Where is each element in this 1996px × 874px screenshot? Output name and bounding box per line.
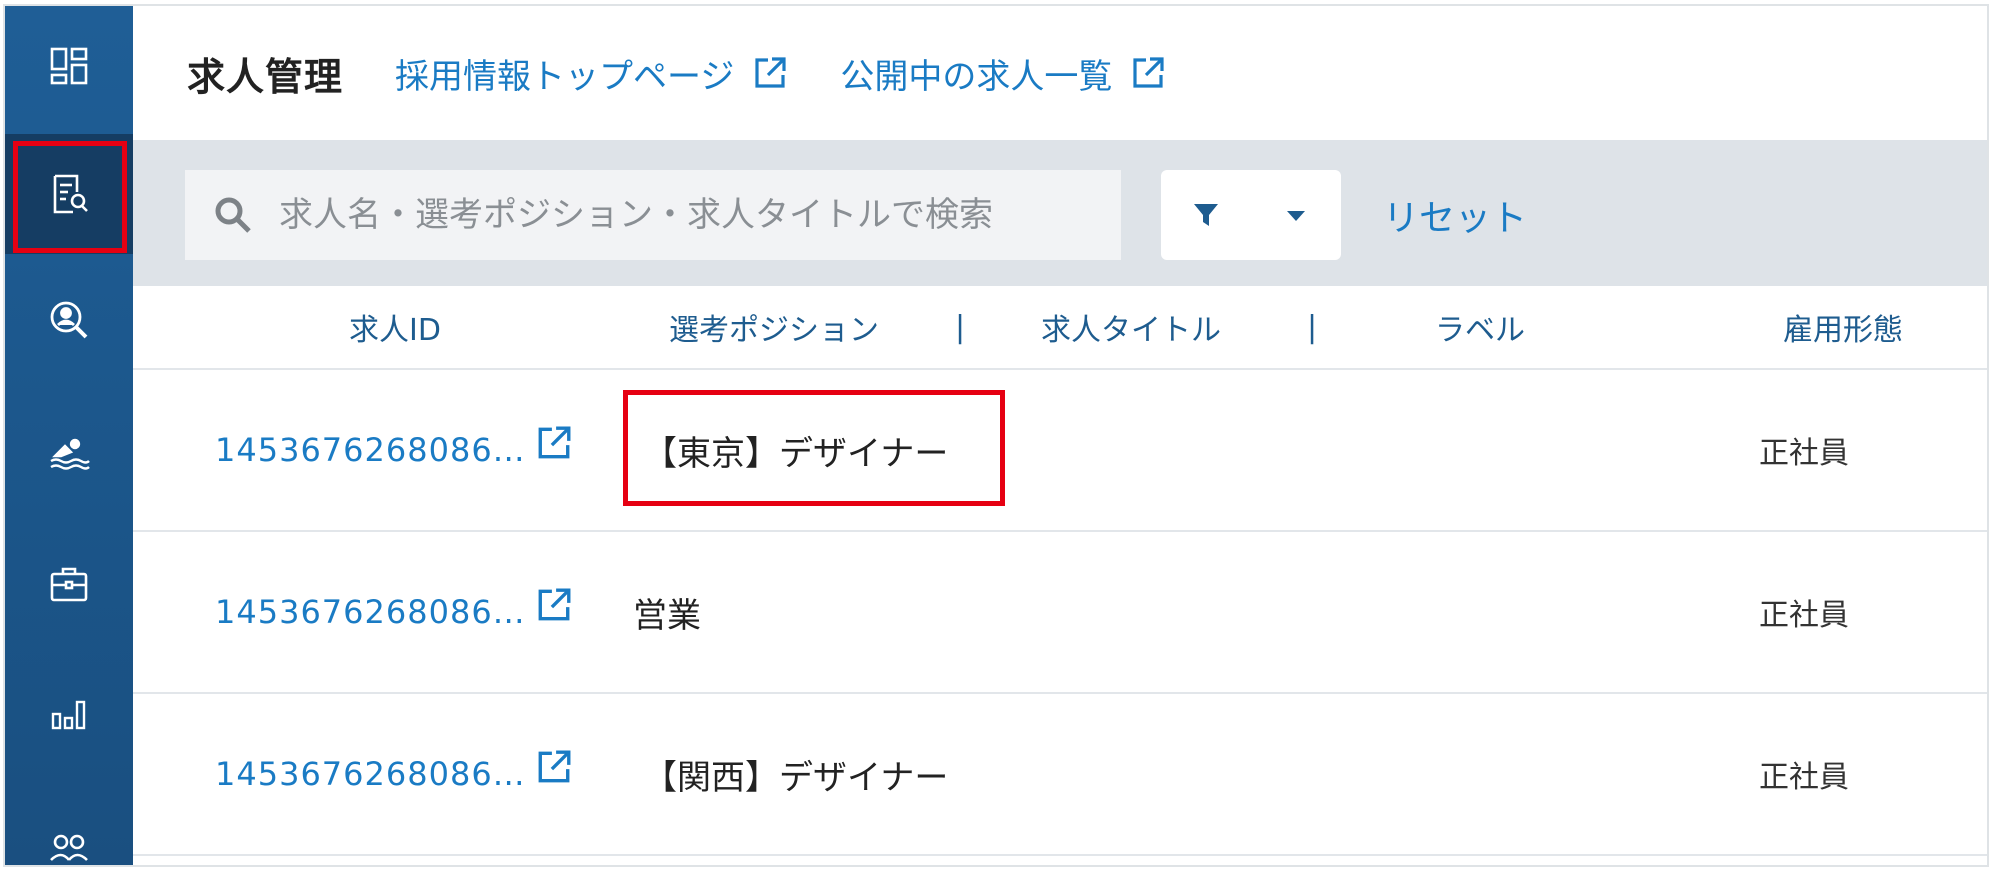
position-name[interactable]: 【関西】デザイナー [643, 694, 948, 854]
column-separator: | [1307, 309, 1318, 345]
search-box [185, 170, 1121, 260]
external-link-icon [755, 57, 786, 88]
filter-icon [1194, 204, 1218, 226]
sidebar-item-activities[interactable] [5, 392, 133, 512]
recruit-top-page-link[interactable]: 採用情報トップページ [395, 49, 788, 98]
candidate-search-icon [50, 301, 88, 339]
recruit-top-page-link-label: 採用情報トップページ [395, 56, 735, 97]
external-link-icon[interactable] [535, 748, 573, 786]
employment-type: 正社員 [1759, 436, 1849, 471]
column-header-employment-type[interactable]: 雇用形態 [1783, 286, 1903, 368]
column-header-title[interactable]: 求人タイトル [1041, 286, 1221, 368]
job-search-document-icon [53, 174, 88, 214]
job-id-link[interactable]: 1453676268086… [215, 370, 526, 530]
table-row[interactable]: 1453676268086… 【関西】デザイナー 正社員 [133, 694, 1987, 856]
column-header-position[interactable]: 選考ポジション [669, 286, 879, 368]
external-link-icon[interactable] [535, 424, 573, 462]
published-jobs-link[interactable]: 公開中の求人一覧 [840, 49, 1166, 98]
sidebar-item-users[interactable] [5, 792, 133, 865]
search-icon [215, 197, 251, 233]
published-jobs-link-label: 公開中の求人一覧 [840, 56, 1113, 97]
table-row[interactable]: 1453676268086… 営業 正社員 [133, 532, 1987, 694]
page-title: 求人管理 [187, 54, 344, 99]
table-header: 求人ID 選考ポジション | 求人タイトル | ラベル 雇用形態 [133, 286, 1987, 370]
position-name[interactable]: 営業 [633, 532, 701, 692]
caret-down-icon [1287, 211, 1305, 221]
employment-type: 正社員 [1759, 598, 1849, 633]
sidebar-item-job-management[interactable] [5, 134, 133, 254]
sidebar-item-jobs[interactable] [5, 524, 133, 644]
sidebar-item-dashboard[interactable] [5, 6, 133, 126]
briefcase-icon [50, 567, 88, 602]
column-separator: | [955, 309, 966, 345]
job-id-link[interactable]: 1453676268086… [215, 694, 526, 854]
external-link-icon [1133, 57, 1164, 88]
column-header-label[interactable]: ラベル [1435, 286, 1525, 368]
swimmer-icon [50, 438, 90, 470]
page-header: 求人管理 採用情報トップページ 公開中の求人一覧 [133, 6, 1987, 140]
sidebar [5, 6, 133, 865]
filter-toolbar: リセット [133, 140, 1987, 286]
sidebar-item-candidates[interactable] [5, 260, 133, 380]
search-input[interactable] [277, 194, 1101, 236]
filter-dropdown-button[interactable] [1161, 170, 1341, 260]
bar-chart-icon [51, 700, 86, 730]
table-row[interactable]: 1453676268086… 【東京】デザイナー 正社員 [133, 370, 1987, 532]
reset-button[interactable]: リセット [1383, 170, 1527, 260]
job-id-link[interactable]: 1453676268086… [215, 532, 526, 692]
employment-type: 正社員 [1759, 760, 1849, 795]
sidebar-item-reports[interactable] [5, 654, 133, 774]
position-name[interactable]: 【東京】デザイナー [643, 370, 948, 530]
dashboard-icon [50, 47, 88, 85]
app-window: 求人管理 採用情報トップページ 公開中の求人一覧 求人名・選考ポジション・求人タ… [3, 4, 1989, 867]
external-link-icon[interactable] [535, 586, 573, 624]
column-header-job-id[interactable]: 求人ID [349, 286, 441, 368]
users-icon [50, 834, 88, 861]
